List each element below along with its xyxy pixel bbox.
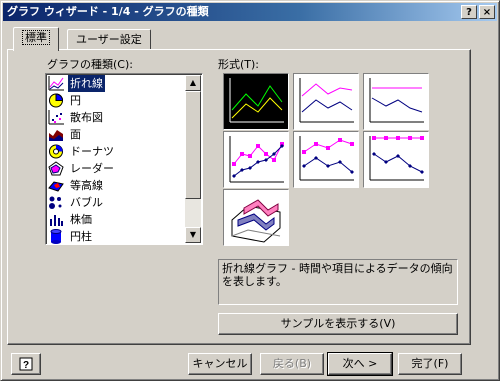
close-button[interactable]: × <box>479 5 495 19</box>
cylinder-chart-icon <box>50 229 62 244</box>
subtype-100-stacked-line-with-markers[interactable] <box>363 131 429 188</box>
stacked-line-markers-subtype-icon <box>299 136 354 181</box>
list-item-label: バブル <box>70 196 103 209</box>
scatter-chart-icon <box>48 110 64 125</box>
doughnut-chart-icon <box>49 144 63 159</box>
list-item-label: ドーナツ <box>70 145 114 158</box>
list-item-label: 円柱 <box>70 230 92 243</box>
scroll-up-icon[interactable]: ▲ <box>185 75 201 91</box>
preview-sample-button[interactable]: サンプルを表示する(V) <box>218 313 458 335</box>
list-item-label: 折れ線 <box>68 75 105 92</box>
chart-type-list[interactable]: 折れ線 円 散布図 面 ドーナツ レーダー 等高線 バブル 株価 円柱 ▲ ▼ <box>45 73 203 245</box>
list-item-stock[interactable]: 株価 <box>48 211 187 228</box>
list-item-surface[interactable]: 等高線 <box>48 177 187 194</box>
chart-type-label: グラフの種類(C): <box>47 58 133 71</box>
list-item-label: 散布図 <box>70 111 103 124</box>
list-item-label: レーダー <box>70 162 114 175</box>
subtype-stacked-line-with-markers[interactable] <box>293 131 359 188</box>
list-item-doughnut[interactable]: ドーナツ <box>48 143 187 160</box>
question-help-icon: ? <box>19 357 33 371</box>
chart-type-scrollbar[interactable]: ▲ ▼ <box>185 75 201 243</box>
subtype-3d-line[interactable] <box>223 189 289 246</box>
line-markers-subtype-icon <box>229 136 284 183</box>
title-bar[interactable]: グラフ ウィザード - 1/4 - グラフの種類 ? × <box>3 3 497 21</box>
list-item-pie[interactable]: 円 <box>48 92 187 109</box>
next-button[interactable]: 次へ > <box>327 352 393 376</box>
stacked-line-subtype-icon <box>299 78 354 123</box>
list-item-line[interactable]: 折れ線 <box>48 75 187 92</box>
back-button[interactable]: 戻る(B) <box>260 353 324 375</box>
list-item-label: 等高線 <box>70 179 103 192</box>
stock-chart-icon <box>50 215 63 226</box>
tab-custom[interactable]: ユーザー設定 <box>67 29 151 50</box>
subtype-line-with-markers[interactable] <box>223 131 289 188</box>
subtype-100-stacked-line[interactable] <box>363 73 429 130</box>
list-item-scatter[interactable]: 散布図 <box>48 109 187 126</box>
subtype-label: 形式(T): <box>218 58 260 71</box>
tab-standard[interactable]: 標準 <box>13 27 59 51</box>
list-item-label: 株価 <box>70 213 92 226</box>
line-chart-icon <box>48 76 64 91</box>
chart-description: 折れ線グラフ - 時間や項目によるデータの傾向を表します。 <box>218 259 458 305</box>
3d-line-subtype-icon <box>231 199 281 243</box>
radar-chart-icon <box>48 161 64 176</box>
surface-chart-icon <box>48 181 64 192</box>
list-item-area[interactable]: 面 <box>48 126 187 143</box>
tab-custom-label: ユーザー設定 <box>76 33 142 46</box>
tab-standard-label: 標準 <box>22 30 50 45</box>
scroll-down-icon[interactable]: ▼ <box>185 227 201 243</box>
list-item-cylinder[interactable]: 円柱 <box>48 228 187 244</box>
finish-button[interactable]: 完了(F) <box>398 353 462 375</box>
list-item-label: 円 <box>70 94 81 107</box>
svg-text:?: ? <box>23 360 29 371</box>
chart-wizard-dialog: グラフ ウィザード - 1/4 - グラフの種類 ? × 標準 ユーザー設定 グ… <box>0 0 500 381</box>
pie-chart-icon <box>49 93 64 108</box>
window-title: グラフ ウィザード - 1/4 - グラフの種類 <box>7 5 209 18</box>
list-item-label: 面 <box>70 128 81 141</box>
area-chart-icon <box>49 130 63 141</box>
list-item-radar[interactable]: レーダー <box>48 160 187 177</box>
help-title-button[interactable]: ? <box>461 5 477 19</box>
list-item-bubble[interactable]: バブル <box>48 194 187 211</box>
percent-stacked-line-markers-subtype-icon <box>369 136 424 181</box>
help-button[interactable]: ? <box>11 353 41 375</box>
subtype-stacked-line[interactable] <box>293 73 359 130</box>
percent-stacked-line-subtype-icon <box>369 78 424 123</box>
scroll-thumb[interactable] <box>185 91 201 199</box>
subtype-line[interactable] <box>223 73 289 130</box>
cancel-button[interactable]: キャンセル <box>188 353 252 375</box>
line-subtype-icon <box>229 78 284 123</box>
bubble-chart-icon <box>49 196 62 209</box>
